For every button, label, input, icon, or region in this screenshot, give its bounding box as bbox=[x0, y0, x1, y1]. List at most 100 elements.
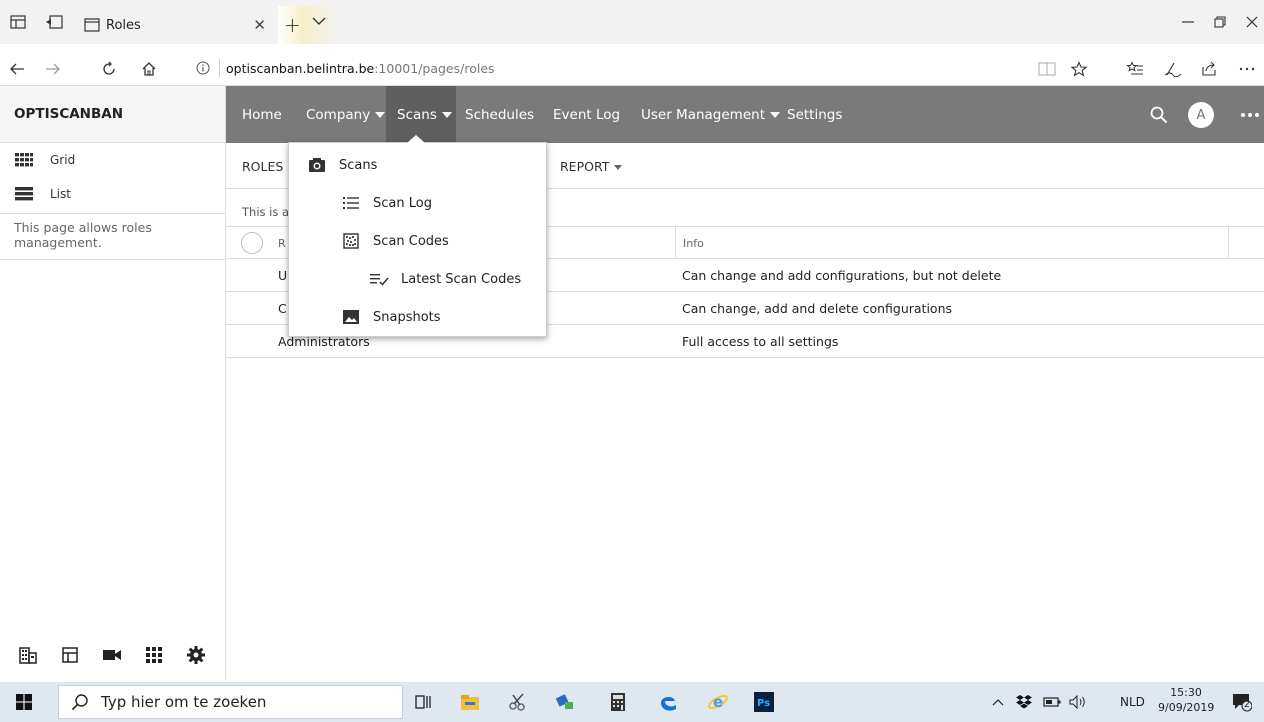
avatar[interactable]: A bbox=[1188, 102, 1214, 128]
nav-schedules[interactable]: Schedules bbox=[465, 86, 534, 143]
minimize-icon[interactable] bbox=[1178, 12, 1198, 32]
report-menu[interactable]: REPORT bbox=[560, 159, 623, 174]
chevron-up-icon[interactable] bbox=[986, 690, 1010, 714]
role-name: C bbox=[278, 301, 287, 316]
camera-icon bbox=[307, 155, 327, 175]
info-icon[interactable] bbox=[193, 58, 213, 78]
browser-tab-bar: Roles ✕ + bbox=[0, 0, 1264, 44]
more-options-icon[interactable] bbox=[1241, 86, 1259, 143]
edge-browser-icon[interactable] bbox=[656, 690, 680, 714]
close-window-icon[interactable] bbox=[1242, 12, 1262, 32]
snipping-tool-icon[interactable] bbox=[506, 690, 530, 714]
dropbox-icon[interactable] bbox=[1012, 690, 1036, 714]
url-text: optiscanban.belintra.be:10001/pages/role… bbox=[226, 60, 495, 76]
restore-icon[interactable] bbox=[1210, 12, 1230, 32]
search-placeholder: Typ hier om te zoeken bbox=[101, 693, 267, 711]
windows-start-icon[interactable] bbox=[12, 690, 36, 714]
favorites-hub-icon[interactable] bbox=[1124, 58, 1146, 80]
clock[interactable]: 15:30 9/09/2019 bbox=[1158, 685, 1214, 715]
gear-icon[interactable] bbox=[186, 645, 206, 665]
more-icon[interactable] bbox=[1236, 58, 1258, 80]
nav-user-management[interactable]: User Management bbox=[641, 86, 780, 143]
task-view-icon[interactable] bbox=[412, 690, 436, 714]
menu-item-scans[interactable]: Scans bbox=[307, 147, 377, 183]
schedule-panel-icon[interactable] bbox=[60, 645, 80, 665]
role-info: Full access to all settings bbox=[682, 334, 839, 349]
list-icon bbox=[15, 187, 33, 201]
file-explorer-icon[interactable] bbox=[458, 690, 482, 714]
menu-item-scan-log[interactable]: Scan Log bbox=[341, 185, 432, 221]
favorite-star-icon[interactable] bbox=[1068, 58, 1090, 80]
tab-preview-icon[interactable] bbox=[8, 13, 28, 31]
image-icon bbox=[341, 307, 361, 327]
pen-notes-icon[interactable] bbox=[1162, 58, 1184, 80]
nav-event-log[interactable]: Event Log bbox=[553, 86, 620, 143]
volume-icon[interactable] bbox=[1066, 690, 1090, 714]
column-header-name[interactable]: R bbox=[278, 237, 286, 250]
grid-icon bbox=[15, 153, 33, 167]
url-field[interactable]: optiscanban.belintra.be:10001/pages/role… bbox=[193, 55, 1095, 81]
column-header-info[interactable]: Info bbox=[683, 237, 704, 250]
brand-title: OPTISCANBAN bbox=[0, 86, 225, 143]
browser-tab[interactable]: Roles ✕ bbox=[80, 6, 276, 44]
nav-company[interactable]: Company bbox=[306, 86, 386, 143]
address-bar: optiscanban.belintra.be:10001/pages/role… bbox=[0, 50, 1264, 86]
share-icon[interactable] bbox=[1198, 58, 1220, 80]
clock-time: 15:30 bbox=[1170, 686, 1202, 699]
list-icon bbox=[341, 193, 361, 213]
select-all-radio[interactable] bbox=[241, 232, 263, 254]
caret-down-icon bbox=[614, 165, 623, 170]
apps-grid-icon[interactable] bbox=[144, 645, 164, 665]
sidebar: OPTISCANBAN Grid List This page allows r… bbox=[0, 86, 226, 680]
internet-explorer-icon[interactable]: e bbox=[706, 690, 730, 714]
menu-item-scan-codes[interactable]: Scan Codes bbox=[341, 223, 449, 259]
roles-count-label: ROLES ( bbox=[242, 159, 293, 174]
menu-item-snapshots[interactable]: Snapshots bbox=[341, 299, 441, 335]
caret-down-icon bbox=[770, 112, 780, 118]
new-tab-area: + bbox=[278, 6, 338, 44]
scans-dropdown-menu: Scans Scan Log Scan Codes Latest Scan Co… bbox=[288, 135, 547, 337]
windows-taskbar: Typ hier om te zoeken e Ps NLD 15:30 9/0… bbox=[0, 682, 1264, 722]
new-tab-button[interactable]: + bbox=[284, 13, 301, 37]
menu-item-latest-scan-codes[interactable]: Latest Scan Codes bbox=[369, 261, 521, 297]
chevron-down-icon[interactable] bbox=[312, 16, 326, 26]
nav-home[interactable]: Home bbox=[242, 86, 282, 143]
refresh-icon[interactable] bbox=[98, 58, 120, 80]
video-camera-icon[interactable] bbox=[102, 645, 122, 665]
clock-date: 9/09/2019 bbox=[1158, 701, 1215, 714]
caret-down-icon bbox=[441, 112, 452, 118]
language-indicator[interactable]: NLD bbox=[1120, 695, 1145, 709]
set-tabs-aside-icon[interactable] bbox=[44, 13, 64, 31]
sidebar-item-label: List bbox=[50, 187, 71, 201]
taskbar-search-input[interactable]: Typ hier om te zoeken bbox=[58, 685, 403, 719]
page-icon bbox=[84, 18, 100, 32]
reading-view-icon[interactable] bbox=[1036, 58, 1058, 80]
calculator-icon[interactable] bbox=[606, 690, 630, 714]
sidebar-item-list[interactable]: List bbox=[0, 177, 225, 211]
role-info: Can change, add and delete configuration… bbox=[682, 301, 953, 316]
search-icon bbox=[71, 694, 88, 711]
sidebar-item-label: Grid bbox=[50, 153, 76, 167]
svg-text:e: e bbox=[713, 693, 723, 711]
forward-icon[interactable] bbox=[42, 58, 64, 80]
battery-icon[interactable] bbox=[1040, 690, 1064, 714]
close-tab-icon[interactable]: ✕ bbox=[253, 16, 266, 34]
role-name: U bbox=[278, 268, 288, 283]
back-icon[interactable] bbox=[6, 58, 28, 80]
search-icon[interactable] bbox=[1150, 86, 1168, 143]
building-icon[interactable] bbox=[18, 645, 38, 665]
sidebar-item-grid[interactable]: Grid bbox=[0, 143, 225, 177]
network-app-icon[interactable] bbox=[554, 690, 578, 714]
tab-title: Roles bbox=[106, 17, 141, 33]
sidebar-description: This page allows roles management. bbox=[0, 213, 225, 260]
top-navigation: Home Company Scans Schedules Event Log U… bbox=[226, 86, 1264, 143]
qr-icon bbox=[341, 231, 361, 251]
role-info: Can change and add configurations, but n… bbox=[682, 268, 1002, 283]
sidebar-footer bbox=[0, 630, 226, 680]
caret-down-icon bbox=[375, 112, 386, 118]
nav-settings[interactable]: Settings bbox=[787, 86, 842, 143]
photoshop-icon[interactable]: Ps bbox=[752, 690, 776, 714]
notifications-icon[interactable]: 2 bbox=[1230, 690, 1254, 714]
svg-text:Ps: Ps bbox=[757, 698, 770, 709]
home-icon[interactable] bbox=[138, 58, 160, 80]
